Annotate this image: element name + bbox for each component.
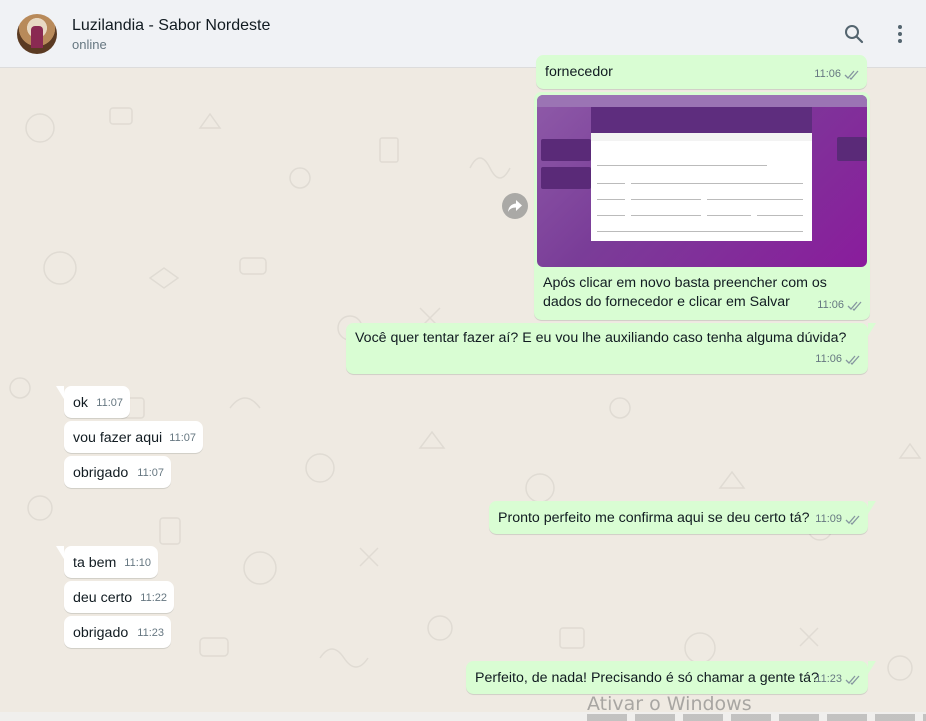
message-bubble-incoming[interactable]: vou fazer aqui 11:07	[64, 421, 203, 453]
message-meta: 11:09	[815, 510, 861, 529]
contact-name: Luzilandia - Sabor Nordeste	[72, 16, 271, 34]
image-content	[591, 107, 812, 241]
message-text: Você quer tentar fazer aí? E eu vou lhe …	[355, 330, 847, 346]
message-time: 11:23	[137, 627, 164, 639]
message-bubble-outgoing[interactable]: Pronto perfeito me confirma aqui se deu …	[489, 501, 876, 534]
message-time: 11:06	[815, 353, 842, 365]
message-meta: 11:23	[815, 670, 861, 689]
more-vertical-icon[interactable]	[888, 22, 912, 46]
contact-status: online	[72, 36, 107, 52]
message-bubble-outgoing[interactable]: Você quer tentar fazer aí? E eu vou lhe …	[346, 323, 876, 374]
image-content	[837, 137, 867, 161]
message-meta: 11:23	[137, 624, 164, 643]
image-content	[537, 95, 867, 107]
double-check-icon	[845, 675, 860, 685]
message-time: 11:06	[817, 299, 844, 311]
message-bubble-image[interactable]: Após clicar em novo basta preencher com …	[534, 92, 870, 320]
double-check-icon	[844, 70, 859, 80]
search-icon[interactable]	[842, 22, 866, 46]
attached-screenshot-image[interactable]	[537, 95, 867, 267]
double-check-icon	[845, 515, 860, 525]
message-meta: 11:07	[137, 464, 164, 483]
message-bubble-incoming[interactable]: obrigado 11:07	[64, 456, 171, 488]
message-meta: 11:06	[814, 65, 860, 84]
image-caption: Após clicar em novo basta preencher com …	[543, 275, 827, 310]
message-meta: 11:07	[169, 429, 196, 448]
windows-activation-watermark-subtext	[587, 714, 926, 721]
message-bubble-incoming[interactable]: ok 11:07	[56, 386, 130, 418]
message-text: Perfeito, de nada! Precisando é só chama…	[475, 670, 819, 686]
message-bubble-incoming[interactable]: deu certo 11:22	[64, 581, 174, 613]
message-time: 11:09	[815, 513, 842, 525]
message-meta: 11:06	[815, 350, 861, 369]
contact-avatar[interactable]	[17, 13, 57, 54]
message-meta: 11:22	[140, 589, 167, 608]
message-text: Pronto perfeito me confirma aqui se deu …	[498, 510, 810, 526]
message-meta: 11:07	[96, 394, 123, 413]
windows-activation-watermark: Ativar o Windows	[587, 693, 752, 715]
message-time: 11:06	[814, 68, 841, 80]
message-time: 11:07	[137, 467, 164, 479]
contact-info[interactable]: Luzilandia - Sabor Nordeste online	[72, 16, 842, 52]
message-bubble-outgoing[interactable]: fornecedor 11:06	[536, 55, 867, 89]
message-time: 11:10	[124, 557, 151, 569]
forward-icon[interactable]	[502, 193, 528, 219]
message-bubble-incoming[interactable]: obrigado 11:23	[64, 616, 171, 648]
message-meta: 11:06	[817, 296, 863, 315]
message-meta: 11:10	[124, 554, 151, 573]
double-check-icon	[845, 355, 860, 365]
image-content	[537, 109, 591, 189]
message-time: 11:23	[815, 673, 842, 685]
double-check-icon	[847, 301, 862, 311]
message-time: 11:22	[140, 592, 167, 604]
message-time: 11:07	[169, 432, 196, 444]
message-bubble-outgoing[interactable]: Perfeito, de nada! Precisando é só chama…	[466, 661, 876, 694]
message-bubble-incoming[interactable]: ta bem 11:10	[56, 546, 158, 578]
message-time: 11:07	[96, 397, 123, 409]
